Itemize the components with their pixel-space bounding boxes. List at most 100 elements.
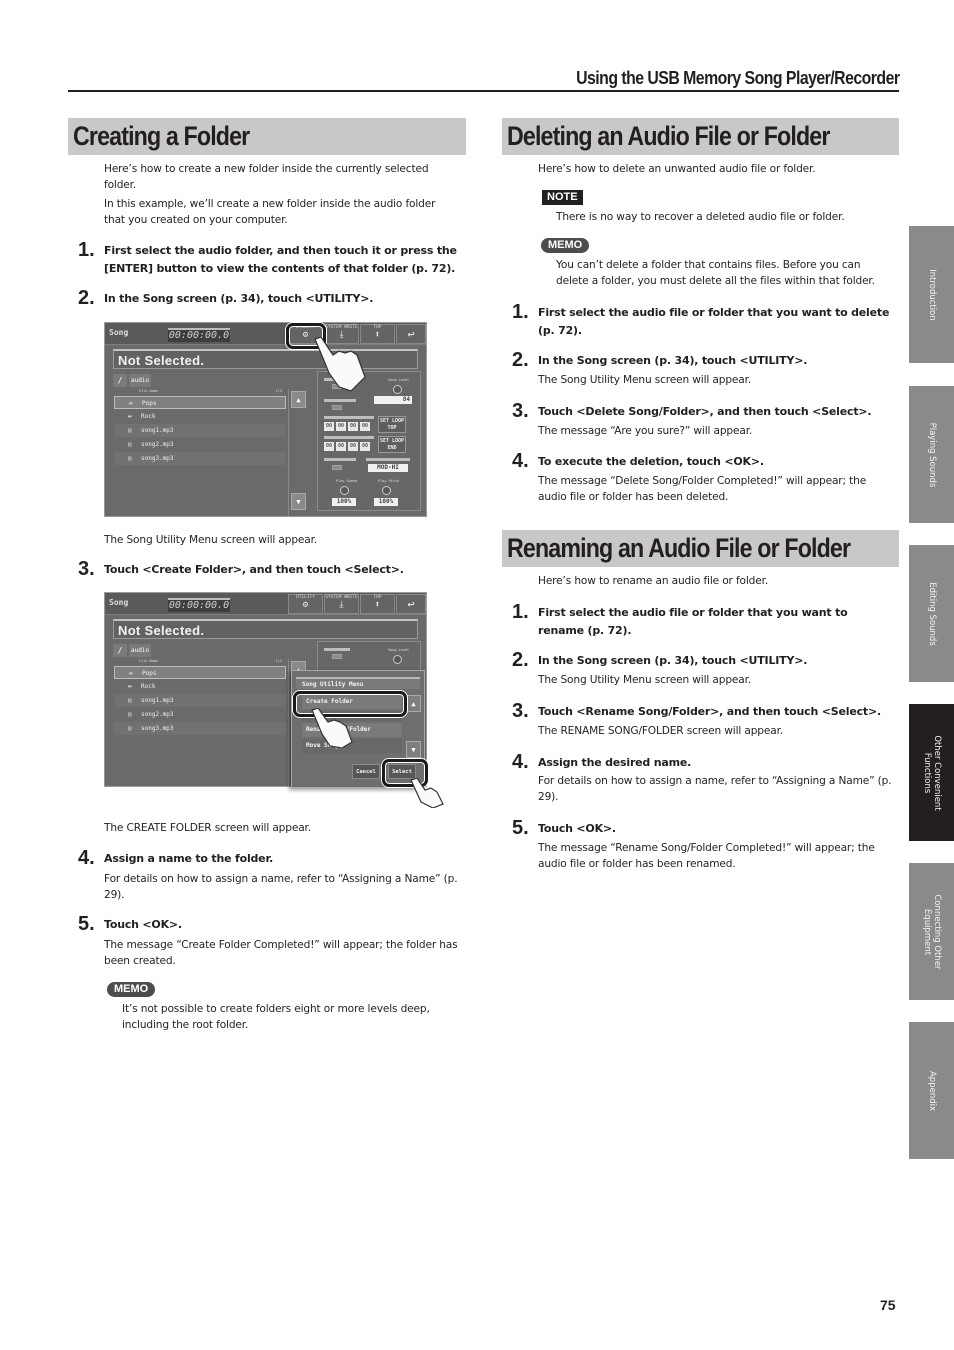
song-level-knob[interactable] <box>393 655 402 664</box>
cancel-button[interactable]: Cancel <box>352 764 380 779</box>
folder-icon: ▬ <box>129 670 133 677</box>
page-number: 75 <box>880 1297 896 1313</box>
renaming-step-2-text: In the Song screen (p. 34), touch <UTILI… <box>538 654 808 667</box>
side-tab-label: Editing Sounds <box>926 581 937 646</box>
play-speed-knob[interactable] <box>340 486 349 495</box>
screen-label: Song <box>109 598 129 607</box>
section-title: Renaming an Audio File or Folder <box>507 533 851 563</box>
section-renaming: Renaming an Audio File or Folder <box>502 530 899 567</box>
menu-scroll-down-button[interactable]: ▼ <box>406 741 421 758</box>
scroll-down-button[interactable]: ▼ <box>291 493 306 510</box>
song-level-value: 84 <box>374 396 412 404</box>
play-pitch-value: 100% <box>374 498 398 506</box>
audio-file-icon: ▤ <box>128 455 132 462</box>
back-button[interactable]: ↩ <box>396 594 426 614</box>
menu-scroll-up-button[interactable]: ▲ <box>406 695 421 712</box>
creating-step-5-number: 5. <box>78 913 95 935</box>
file-list-header: File Name <box>139 659 158 663</box>
side-tab-playing-sounds[interactable]: Playing Sounds <box>909 386 954 523</box>
side-tab-other-convenient-functions[interactable]: Other Convenient Functions <box>909 704 954 841</box>
file-row[interactable]: ▬ Rock <box>114 410 286 423</box>
side-tab-appendix[interactable]: Appendix <box>909 1022 954 1159</box>
renaming-step-2-number: 2. <box>512 649 529 671</box>
indicator <box>332 405 342 410</box>
note-badge: NOTE <box>542 190 583 205</box>
center-cancel-type-value[interactable]: MOD-HI <box>368 464 408 472</box>
song-screen-topbar: Song 00:00:00.0 UTILITY ⚙ SYSTEM WRITE ⤓ T… <box>105 323 426 345</box>
set-loop-end-button[interactable]: SET LOOP END <box>378 436 406 453</box>
deleting-note-text: There is no way to recover a deleted aud… <box>556 211 845 223</box>
download-icon: ⤓ <box>339 600 344 610</box>
header-rule <box>68 90 899 92</box>
back-button[interactable]: ↩ <box>396 324 426 344</box>
label-bar <box>324 458 356 461</box>
running-header-title: Using the USB Memory Song Player/Recorde… <box>575 68 900 88</box>
renaming-step-3-note: The RENAME SONG/FOLDER screen will appea… <box>538 725 784 737</box>
memo-badge: MEMO <box>541 238 590 253</box>
return-arrow-icon: ↩ <box>407 327 415 341</box>
path-folder-button[interactable]: audio <box>129 644 151 657</box>
file-row[interactable]: ▤ song1.mp3 <box>114 424 286 437</box>
path-root-button[interactable]: / <box>113 374 127 387</box>
file-row[interactable]: ▤ song3.mp3 <box>114 722 286 735</box>
song-name-value: Not Selected. <box>118 623 205 638</box>
side-tab-editing-sounds[interactable]: Editing Sounds <box>909 545 954 682</box>
deleting-step-3-note: The message “Are you sure?” will appear. <box>538 425 753 437</box>
scroll-up-button[interactable]: ▲ <box>291 391 306 408</box>
file-row[interactable]: ▬ Pops <box>114 666 286 679</box>
play-pitch-knob[interactable] <box>382 486 391 495</box>
creating-step-5-note: The message “Create Folder Completed!” w… <box>104 939 458 967</box>
pointing-hand-icon <box>314 337 366 392</box>
label-bar <box>324 648 350 651</box>
section-deleting: Deleting an Audio File or Folder <box>502 118 899 155</box>
gear-icon: ⚙ <box>302 600 309 610</box>
deleting-step-1-text: First select the audio file or folder th… <box>538 306 890 337</box>
creating-step-2-text: In the Song screen (p. 34), touch <UTILI… <box>104 292 374 305</box>
file-list-count: 1/3 <box>275 659 282 663</box>
file-row[interactable]: ▤ song1.mp3 <box>114 694 286 707</box>
memo-badge: MEMO <box>107 982 156 997</box>
audio-file-icon: ▤ <box>128 697 132 704</box>
file-row[interactable]: ▤ song3.mp3 <box>114 452 286 465</box>
folder-icon: ▬ <box>128 413 132 420</box>
center-cancel-indicator <box>332 465 342 470</box>
utility-button[interactable]: UTILITY ⚙ <box>288 594 323 614</box>
label-bar <box>366 458 410 461</box>
system-write-button[interactable]: SYSTEM WRITE ⤓ <box>324 594 359 614</box>
song-timer: 00:00:00.0 <box>168 598 230 612</box>
top-button[interactable]: TOP ⬆ <box>360 594 395 614</box>
renaming-step-1-text: First select the audio file or folder th… <box>538 606 848 637</box>
renaming-step-5-note: The message “Rename Song/Folder Complete… <box>538 842 875 870</box>
renaming-step-4-text: Assign the desired name. <box>538 756 692 769</box>
song-utility-menu-screenshot: Song 00:00:00.0 UTILITY ⚙ SYSTEM WRITE ⤓ T… <box>104 592 444 808</box>
deleting-step-3-number: 3. <box>512 400 529 422</box>
renaming-step-3-number: 3. <box>512 700 529 722</box>
file-name: Pops <box>142 670 157 677</box>
file-row[interactable]: ▤ song2.mp3 <box>114 708 286 721</box>
file-row[interactable]: ▬ Pops <box>114 396 286 409</box>
side-tab-introduction[interactable]: Introduction <box>909 226 954 363</box>
song-screen-topbar: Song 00:00:00.0 UTILITY ⚙ SYSTEM WRITE ⤓ T… <box>105 593 426 615</box>
file-name: song1.mp3 <box>141 427 174 434</box>
creating-memo-text: It’s not possible to create folders eigh… <box>122 1003 430 1031</box>
side-tab-label: Appendix <box>926 1070 937 1111</box>
label-bar <box>324 399 356 402</box>
section-title: Deleting an Audio File or Folder <box>507 121 830 151</box>
song-level-knob[interactable] <box>393 385 402 394</box>
creating-step-4-note: For details on how to assign a name, ref… <box>104 873 458 901</box>
song-screen-screenshot: Song 00:00:00.0 UTILITY ⚙ SYSTEM WRITE ⤓ T… <box>104 322 427 517</box>
renaming-step-5-text: Touch <OK>. <box>538 822 616 835</box>
section-creating-folder: Creating a Folder <box>68 118 466 155</box>
file-list-header: File Name <box>139 389 158 393</box>
side-tab-label: Playing Sounds <box>926 422 937 487</box>
file-row[interactable]: ▤ song2.mp3 <box>114 438 286 451</box>
side-tab-connecting-other-equipment[interactable]: Connecting Other Equipment <box>909 863 954 1000</box>
renaming-step-4-note: For details on how to assign a name, ref… <box>538 775 892 803</box>
section-title: Creating a Folder <box>73 121 250 151</box>
path-root-button[interactable]: / <box>113 644 127 657</box>
set-loop-top-button[interactable]: SET LOOP TOP <box>378 416 406 433</box>
path-folder-button[interactable]: audio <box>129 374 151 387</box>
file-row[interactable]: ▬ Rock <box>114 680 286 693</box>
deleting-step-3-text: Touch <Delete Song/Folder>, and then tou… <box>538 405 872 418</box>
audio-file-icon: ▤ <box>128 427 132 434</box>
